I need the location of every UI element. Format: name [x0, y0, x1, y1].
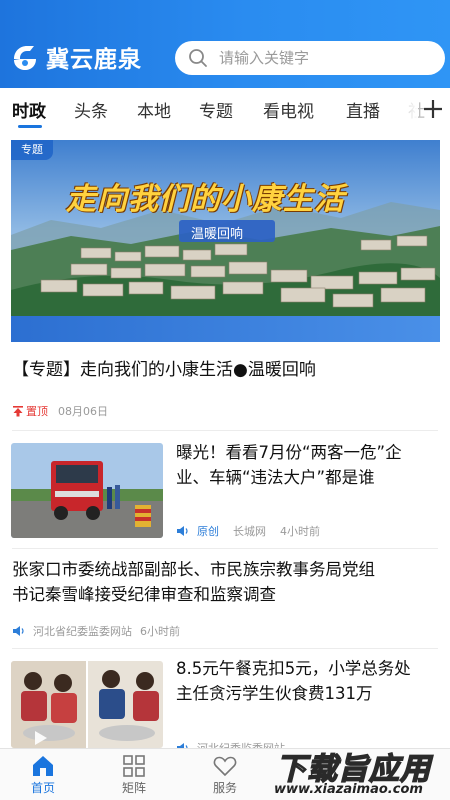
news-title-3-line1: 8.5元午餐克扣5元，小学总务处 [176, 659, 411, 678]
pin-top-icon [13, 406, 23, 417]
news-title-1[interactable]: 曝光！看看7月份“两客一危”企 业、车辆“违法大户”都是谁 [176, 440, 438, 490]
pinned-label: 置顶 [26, 405, 48, 418]
topic-badge: 专题 [11, 140, 53, 160]
nav-home-label: 首页 [30, 781, 55, 795]
nav-service-label: 服务 [212, 781, 237, 795]
home-icon [33, 756, 53, 776]
active-tab-indicator [18, 125, 42, 128]
news-thumbnail-truck[interactable] [11, 443, 163, 538]
heart-icon [213, 756, 237, 777]
news-title-2[interactable]: 张家口市委统战部副部长、市民族宗教事务局党组 书记秦雪峰接受纪律审查和监察调查 [12, 557, 442, 607]
divider [12, 430, 438, 431]
original-tag: 原创 [197, 525, 219, 538]
tab-bendi[interactable]: 本地 [137, 97, 171, 122]
app-logo: 冀云鹿泉 [10, 40, 142, 74]
pinned-badge: 置顶 [12, 403, 48, 419]
news-meta-1: 原创 长城网 4小时前 [176, 523, 320, 539]
feature-meta: 置顶 08月06日 [12, 403, 108, 419]
tab-toutiao[interactable]: 头条 [74, 97, 108, 122]
app-logo-icon [14, 46, 36, 70]
news-title-2-line2: 书记秦雪峰接受纪律审查和监察调查 [12, 585, 276, 604]
watermark-url: www.xiazaimao.com [274, 782, 423, 797]
feature-banner-image[interactable]: 走向我们的小康生活 温暖回响 [11, 140, 440, 342]
news-title-3-line2: 主任贪污学生伙食费131万 [176, 684, 373, 703]
audio-icon[interactable] [12, 625, 25, 637]
audio-icon[interactable] [176, 525, 189, 537]
divider [12, 548, 438, 549]
nav-matrix-label: 矩阵 [121, 781, 146, 795]
add-channel-icon[interactable] [420, 96, 446, 122]
truck-photo [11, 443, 163, 538]
news-title-1-line2: 业、车辆“违法大户”都是谁 [176, 468, 375, 487]
feature-date: 08月06日 [58, 405, 108, 418]
grid-icon [123, 755, 145, 777]
news-title-2-line1: 张家口市委统战部副部长、市民族宗教事务局党组 [12, 560, 375, 579]
app-header: 冀云鹿泉 [0, 0, 450, 88]
tab-fade [398, 88, 418, 130]
news-source-1: 长城网 [233, 525, 266, 538]
site-watermark: 下载旨应用 www.xiazaimao.com [270, 742, 450, 800]
news-time-1: 4小时前 [280, 525, 320, 538]
nav-service[interactable]: 服务 [195, 755, 255, 796]
search-bar[interactable] [175, 41, 445, 75]
divider [12, 648, 438, 649]
search-input[interactable] [219, 49, 419, 67]
tab-kandianshi[interactable]: 看电视 [263, 97, 314, 122]
search-icon [189, 49, 207, 67]
app-title: 冀云鹿泉 [46, 47, 142, 73]
news-time-2: 6小时前 [140, 625, 180, 638]
nav-home[interactable]: 首页 [13, 755, 73, 796]
feature-title[interactable]: 【专题】走向我们的小康生活●温暖回响 [12, 355, 316, 380]
news-title-1-line1: 曝光！看看7月份“两客一危”企 [176, 443, 402, 462]
banner-headline: 走向我们的小康生活 [66, 182, 345, 217]
tab-shizheng[interactable]: 时政 [12, 97, 46, 122]
app-screen: 冀云鹿泉 时政 头条 本地 专题 看电视 直播 社 [0, 0, 450, 800]
students-photo [11, 661, 163, 748]
news-thumbnail-students[interactable] [11, 661, 163, 748]
tab-zhibo[interactable]: 直播 [346, 97, 380, 122]
news-meta-2: 河北省纪委监委网站 6小时前 [12, 623, 180, 639]
news-title-3[interactable]: 8.5元午餐克扣5元，小学总务处 主任贪污学生伙食费131万 [176, 656, 438, 706]
banner-subtitle: 温暖回响 [191, 227, 244, 242]
tab-zhuanti[interactable]: 专题 [199, 97, 233, 122]
news-source-2: 河北省纪委监委网站 [33, 625, 132, 638]
channel-tabs: 时政 头条 本地 专题 看电视 直播 社 [0, 88, 450, 130]
nav-matrix[interactable]: 矩阵 [104, 755, 164, 796]
